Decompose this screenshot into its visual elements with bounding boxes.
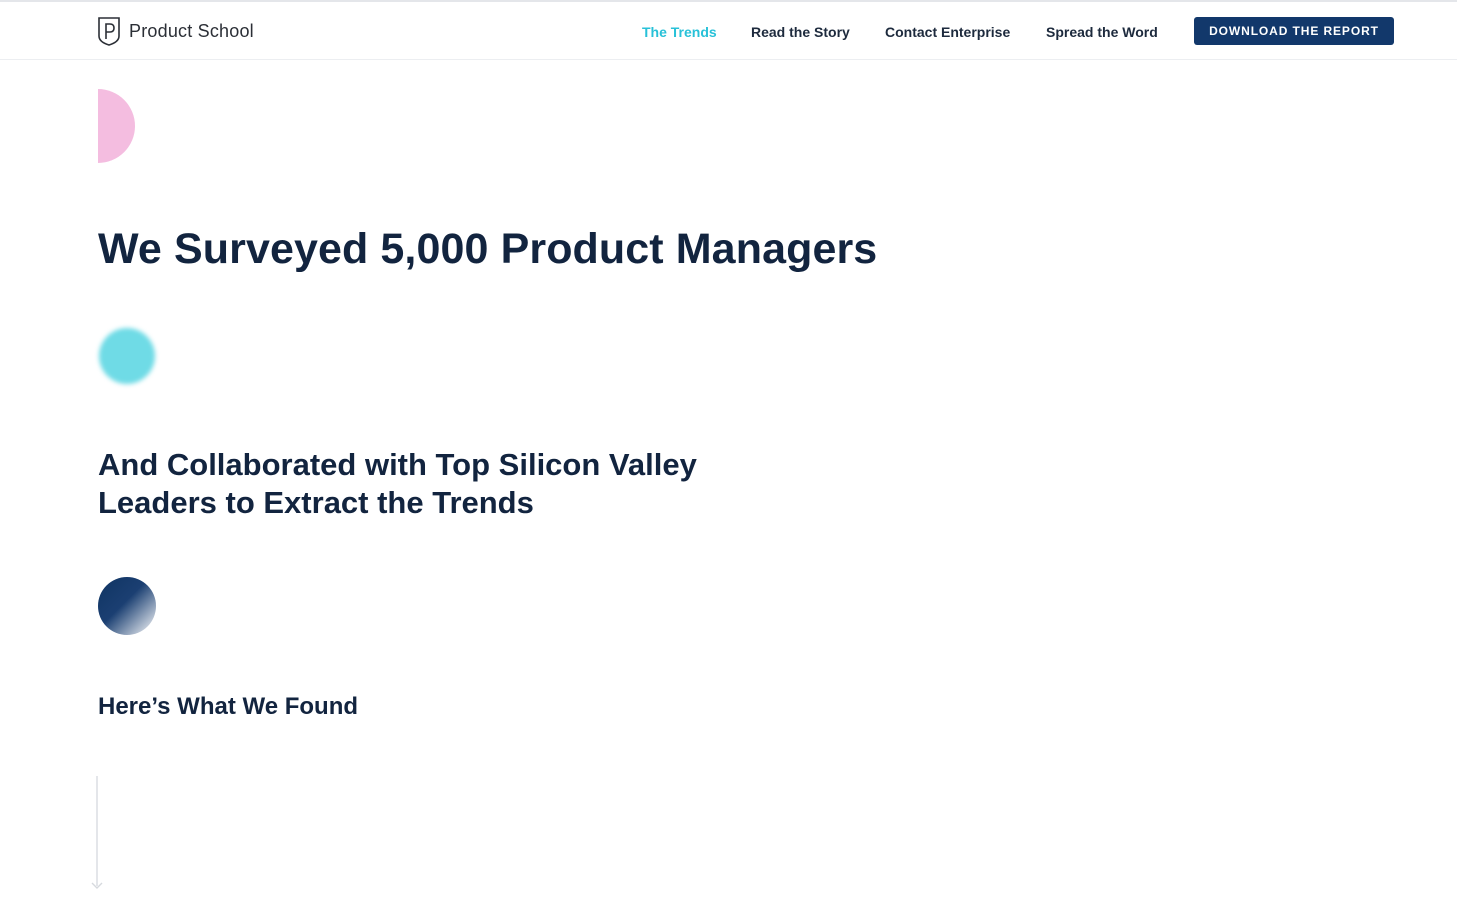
cyan-blur-dot-decoration (99, 328, 155, 384)
hero-subheadline: And Collaborated with Top Silicon Valley… (98, 447, 697, 520)
arrow-down-icon[interactable] (90, 878, 104, 892)
navy-gradient-dot-decoration (98, 577, 156, 635)
nav-read-the-story[interactable]: Read the Story (751, 22, 850, 42)
download-report-button[interactable]: Download the Report (1194, 17, 1394, 45)
hero-headline: We Surveyed 5,000 Product Managers (98, 225, 878, 273)
nav-spread-the-word[interactable]: Spread the Word (1046, 22, 1158, 42)
nav-contact-enterprise[interactable]: Contact Enterprise (885, 22, 1010, 42)
hero-tagline: Here’s What We Found (98, 693, 359, 720)
nav-the-trends[interactable]: The Trends (642, 22, 717, 42)
pink-half-circle-decoration (98, 89, 135, 163)
site-header: Product School The Trends Read the Story… (0, 2, 1457, 60)
scroll-indicator-line (96, 776, 98, 886)
